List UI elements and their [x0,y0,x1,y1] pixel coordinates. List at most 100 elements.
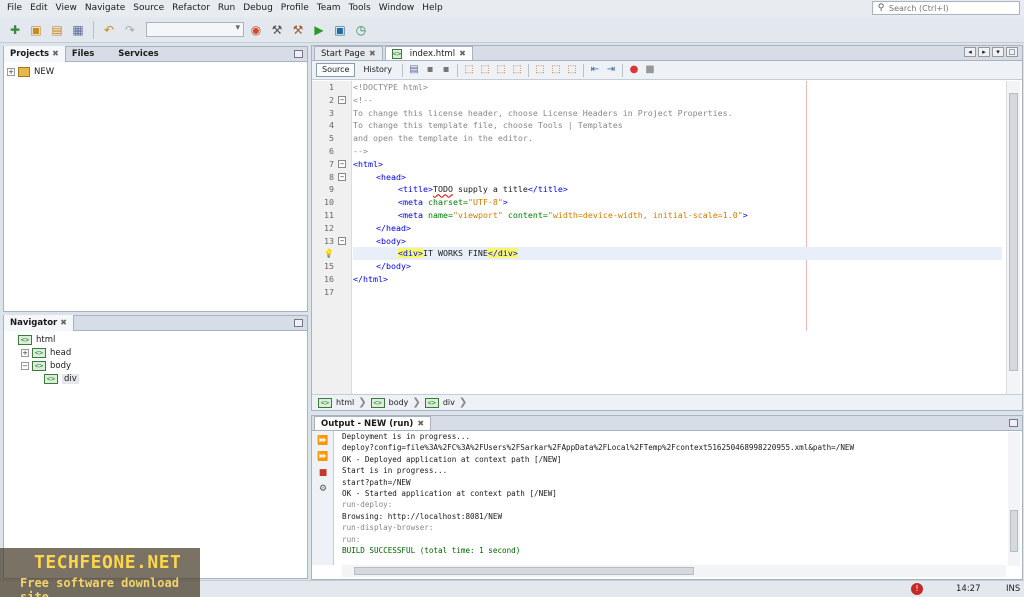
tab-start-page[interactable]: Start Page ✖ [314,46,383,60]
browser-chrome-icon[interactable]: ◉ [247,21,265,39]
nav-item-html[interactable]: <> html [4,333,307,346]
menu-source[interactable]: Source [129,0,168,17]
menu-window[interactable]: Window [375,0,419,17]
code-line: <!DOCTYPE html> [353,82,428,92]
next-bookmark-icon[interactable]: ⬚ [549,63,563,77]
history-mode-button[interactable]: History [357,63,397,77]
expand-icon[interactable]: + [21,348,29,357]
start-macro-icon[interactable]: ● [627,63,641,77]
configuration-select[interactable] [146,22,244,37]
tab-output-run[interactable]: Output - NEW (run) ✖ [314,416,432,431]
source-mode-button[interactable]: Source [316,63,356,77]
code-line: <body> [376,235,406,246]
show-opened-documents-icon[interactable]: ▾ [992,47,1004,57]
minimize-icon[interactable] [1009,419,1018,427]
menu-run[interactable]: Run [214,0,239,17]
breadcrumb-item-div[interactable]: <> div [424,397,455,408]
minimize-icon[interactable] [294,50,303,58]
html-tag-icon: <> [424,397,439,408]
fold-collapse-icon[interactable]: − [338,160,346,168]
redo-icon[interactable]: ↷ [121,21,139,39]
nav-item-div[interactable]: <> div [4,372,307,385]
menu-tools[interactable]: Tools [345,0,375,17]
matching-tag-highlight: </div> [487,248,518,259]
toolbar-separator [527,63,529,77]
stop-macro-icon[interactable]: ■ [643,63,657,77]
menu-edit[interactable]: Edit [26,0,51,17]
breadcrumb-item-html[interactable]: <> html [318,397,354,408]
menu-debug[interactable]: Debug [239,0,277,17]
collapse-icon[interactable]: − [21,361,29,370]
menu-navigate[interactable]: Navigate [81,0,129,17]
tab-files[interactable]: Files [66,47,100,62]
tab-index-html[interactable]: <> index.html ✖ [384,46,473,61]
breadcrumb-item-body[interactable]: <> body [370,397,408,408]
save-all-icon[interactable]: ▦ [69,21,87,39]
shift-left-icon[interactable]: ⇤ [588,63,602,77]
previous-bookmark-icon[interactable]: ⬚ [533,63,547,77]
settings-icon[interactable]: ⚙ [316,483,330,495]
tab-projects[interactable]: Projects ✖ [4,46,66,62]
close-icon[interactable]: ✖ [459,47,466,61]
run-project-icon[interactable]: ▶ [310,21,328,39]
forward-icon[interactable]: ▪ [439,63,453,77]
scrollbar-thumb[interactable] [1009,93,1018,371]
find-selection-icon[interactable]: ⬚ [462,63,476,77]
minimize-icon[interactable] [294,319,303,327]
maximize-icon[interactable]: □ [1006,47,1018,57]
shift-right-icon[interactable]: ⇥ [604,63,618,77]
hint-bulb-icon[interactable]: 💡 [312,247,334,260]
close-icon[interactable]: ✖ [417,417,424,431]
undo-icon[interactable]: ↶ [100,21,118,39]
menu-view[interactable]: View [52,0,81,17]
stop-icon[interactable]: ■ [316,467,330,479]
menu-profile[interactable]: Profile [277,0,313,17]
profile-project-icon[interactable]: ◷ [352,21,370,39]
menu-refactor[interactable]: Refactor [168,0,214,17]
find-previous-icon[interactable]: ⬚ [478,63,492,77]
fold-collapse-icon[interactable]: − [338,96,346,104]
nav-item-body[interactable]: − <> body [4,359,307,372]
scroll-tabs-right-icon[interactable]: ▸ [978,47,990,57]
tab-services[interactable]: Services [112,47,164,62]
open-project-icon[interactable]: ▤ [48,21,66,39]
scroll-tabs-left-icon[interactable]: ◂ [964,47,976,57]
nav-item-head[interactable]: + <> head [4,346,307,359]
last-edit-icon[interactable]: ▤ [407,63,421,77]
output-vertical-scrollbar[interactable] [1008,432,1020,566]
code-token: > [742,210,748,220]
rerun-with-parameters-icon[interactable]: ⏩ [316,451,330,463]
fold-collapse-icon[interactable]: − [338,237,346,245]
code-area[interactable]: 1 2 3 4 5 6 7 8 9 10 11 12 13 💡 15 16 17… [312,81,1002,396]
toggle-bookmark-icon[interactable]: ⬚ [565,63,579,77]
expand-icon[interactable]: + [7,67,15,76]
notification-icon[interactable]: ! [911,583,923,595]
clean-build-icon[interactable]: ⚒ [289,21,307,39]
toggle-highlight-icon[interactable]: ⬚ [510,63,524,77]
menu-team[interactable]: Team [313,0,345,17]
tab-navigator[interactable]: Navigator ✖ [4,315,74,331]
editor-vertical-scrollbar[interactable] [1006,81,1020,396]
close-icon[interactable]: ✖ [52,49,59,58]
line-number: 3 [329,107,334,118]
rerun-icon[interactable]: ⏩ [316,435,330,447]
tree-item-project[interactable]: + NEW [4,65,307,78]
close-icon[interactable]: ✖ [60,318,67,327]
debug-project-icon[interactable]: ▣ [331,21,349,39]
menu-file[interactable]: File [3,0,26,17]
close-icon[interactable]: ✖ [369,47,376,61]
find-next-icon[interactable]: ⬚ [494,63,508,77]
search-input[interactable] [889,3,1015,13]
output-log[interactable]: Deployment is in progress... deploy?conf… [342,431,1004,565]
scrollbar-thumb[interactable] [354,567,694,575]
output-horizontal-scrollbar[interactable] [342,565,1006,577]
html-tag-icon: <> [32,360,46,371]
menu-help[interactable]: Help [418,0,447,17]
fold-collapse-icon[interactable]: − [338,173,346,181]
build-icon[interactable]: ⚒ [268,21,286,39]
html-tag-icon: <> [370,397,385,408]
new-file-icon[interactable]: ✚ [6,21,24,39]
back-icon[interactable]: ▪ [423,63,437,77]
scrollbar-thumb[interactable] [1010,510,1018,552]
new-project-icon[interactable]: ▣ [27,21,45,39]
